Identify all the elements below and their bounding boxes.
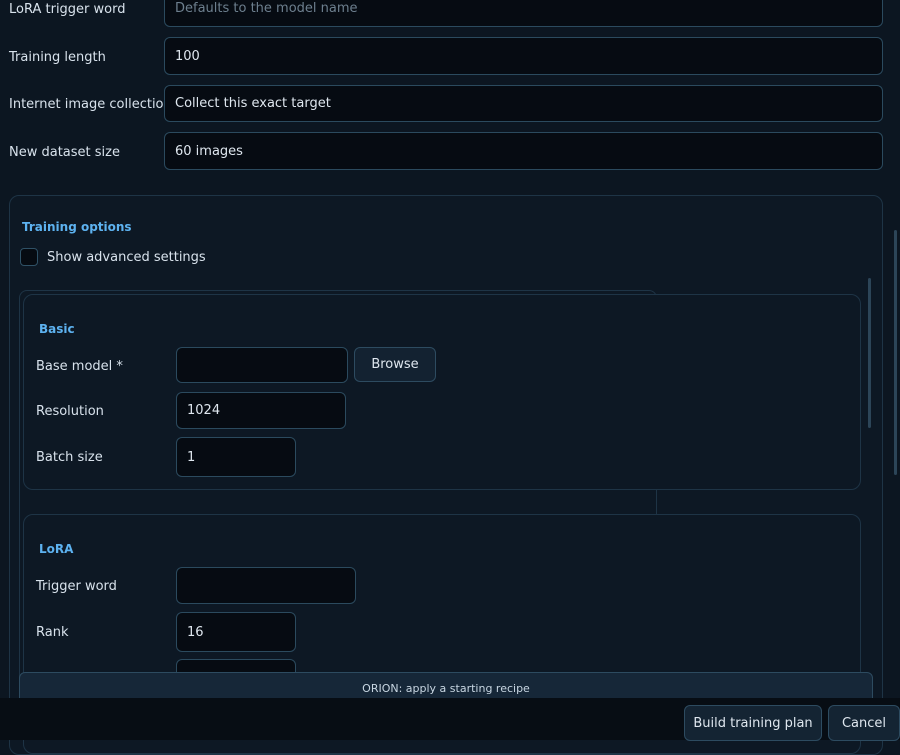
browse-button[interactable]: Browse <box>354 347 436 382</box>
training-length-input[interactable] <box>164 37 883 75</box>
show-advanced-label[interactable]: Show advanced settings <box>47 250 206 266</box>
training-options-title: Training options <box>22 220 132 234</box>
lora-trigger-word-label: Trigger word <box>36 579 117 594</box>
resolution-label: Resolution <box>36 404 104 419</box>
build-training-plan-button[interactable]: Build training plan <box>684 705 822 741</box>
lora-title: LoRA <box>39 542 74 556</box>
image-collection-select[interactable] <box>164 85 883 122</box>
rank-spinbox[interactable] <box>176 612 296 652</box>
batch-size-spinbox[interactable] <box>176 437 296 477</box>
outer-scrollbar[interactable] <box>894 230 897 475</box>
inner-scrollbar[interactable] <box>868 278 871 428</box>
rank-label: Rank <box>36 625 69 640</box>
base-model-input[interactable] <box>176 347 348 383</box>
basic-title: Basic <box>39 322 75 336</box>
dataset-size-select[interactable] <box>164 132 883 170</box>
cancel-button[interactable]: Cancel <box>828 705 900 741</box>
training-length-label: Training length <box>9 50 106 65</box>
trigger-word-label: LoRA trigger word <box>9 2 126 17</box>
trigger-word-input[interactable] <box>164 0 883 27</box>
show-advanced-checkbox[interactable] <box>20 248 38 266</box>
resolution-select[interactable] <box>176 392 346 429</box>
image-collection-label: Internet image collection <box>9 97 172 112</box>
basic-group <box>23 294 861 490</box>
lora-trigger-word-input[interactable] <box>176 567 356 604</box>
base-model-label: Base model * <box>36 359 123 374</box>
dataset-size-label: New dataset size <box>9 145 120 160</box>
batch-size-label: Batch size <box>36 450 103 465</box>
